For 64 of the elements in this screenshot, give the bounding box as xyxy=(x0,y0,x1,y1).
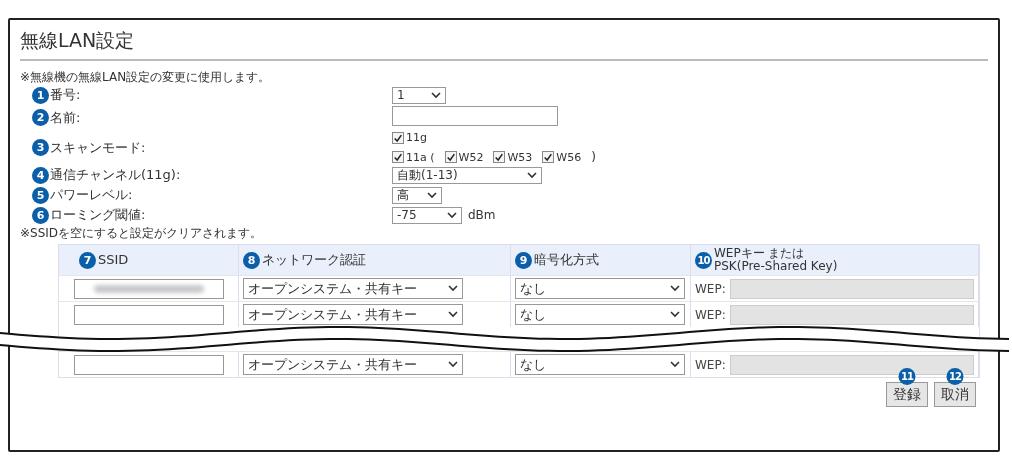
number-badge: 6 xyxy=(32,206,49,224)
chevron-down-icon xyxy=(448,285,458,292)
checkbox[interactable] xyxy=(493,151,506,163)
dropdown[interactable]: なし xyxy=(515,354,685,375)
checkbox[interactable] xyxy=(392,131,404,144)
chevron-down-icon xyxy=(427,191,437,199)
field-label: スキャンモード: xyxy=(50,138,146,157)
chevron-down-icon xyxy=(670,285,680,292)
ssid-field[interactable] xyxy=(73,278,224,299)
field-label: 通信チャンネル(11g): xyxy=(50,166,181,184)
dropdown[interactable]: オープンシステム・共有キー xyxy=(243,354,463,375)
checkbox-label: W56 xyxy=(556,150,582,164)
header-label: 暗号化方式 xyxy=(534,253,599,267)
chevron-down-icon xyxy=(670,361,680,368)
chevron-down-icon xyxy=(447,211,457,219)
key-label: WEP: xyxy=(695,281,726,296)
key-label: WEP: xyxy=(695,357,726,372)
dropdown[interactable]: 1 xyxy=(392,86,446,104)
note-text: ※SSIDを空にすると設定がクリアされます。 xyxy=(20,225,263,242)
number-badge: 5 xyxy=(32,186,49,204)
checkbox[interactable] xyxy=(542,151,555,163)
checkbox-label: W52 xyxy=(458,150,484,164)
number-badge: 2 xyxy=(32,109,49,126)
number-badge: 1 xyxy=(32,86,49,104)
dropdown[interactable]: 自動(1-13) xyxy=(392,166,542,184)
number-badge: 3 xyxy=(32,139,49,156)
chevron-down-icon xyxy=(448,361,458,368)
number-badge: 9 xyxy=(515,251,532,269)
dropdown[interactable]: -75 xyxy=(392,206,462,224)
number-badge: 10 xyxy=(695,251,712,269)
bracket-text: ) xyxy=(591,150,596,164)
dropdown[interactable]: なし xyxy=(515,304,685,325)
chevron-down-icon xyxy=(670,311,680,318)
key-label: WEP: xyxy=(695,307,726,322)
page-title: 無線LAN設定 xyxy=(20,28,135,53)
checkbox[interactable] xyxy=(444,151,457,163)
chevron-down-icon xyxy=(448,311,458,318)
field-label: 名前: xyxy=(50,108,81,127)
checkbox-label: W53 xyxy=(507,150,533,164)
dropdown[interactable]: なし xyxy=(515,278,685,299)
ssid-field[interactable] xyxy=(73,354,224,375)
header-label: WEPキー または PSK(Pre-Shared Key) xyxy=(714,247,838,273)
checkbox-label: 11g xyxy=(406,131,427,144)
input-field[interactable] xyxy=(392,106,558,126)
dropdown[interactable]: オープンシステム・共有キー xyxy=(243,304,463,325)
header-label: ネットワーク認証 xyxy=(262,253,366,267)
dropdown[interactable]: オープンシステム・共有キー xyxy=(243,278,463,299)
note-text: ※無線機の無線LAN設定の変更に使用します。 xyxy=(20,69,271,86)
field-label: ローミング閾値: xyxy=(50,206,146,224)
chevron-down-icon xyxy=(431,91,441,99)
field-label: 番号: xyxy=(50,86,81,104)
ssid-field[interactable] xyxy=(73,304,224,325)
field-label: パワーレベル: xyxy=(50,186,133,204)
number-badge: 7 xyxy=(79,251,96,269)
checkbox-label: 11a ( xyxy=(406,150,435,164)
form-button[interactable]: 取消 xyxy=(934,382,976,407)
form-button[interactable]: 登録 xyxy=(886,382,928,407)
checkbox[interactable] xyxy=(392,151,404,163)
number-badge: 4 xyxy=(32,166,49,184)
header-label: SSID xyxy=(98,253,129,267)
dropdown[interactable]: 高 xyxy=(392,186,442,204)
unit-label: dBm xyxy=(468,208,496,222)
chevron-down-icon xyxy=(527,171,537,179)
number-badge: 8 xyxy=(243,251,260,269)
